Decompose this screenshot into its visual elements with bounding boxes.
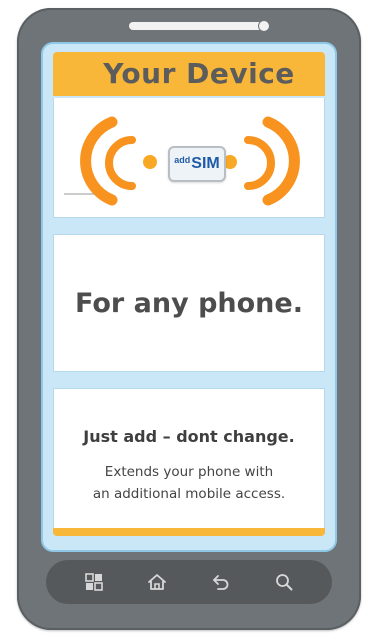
phone-frame: Your Device add SIM For any phone. Just … bbox=[17, 8, 361, 630]
middle-panel: For any phone. bbox=[53, 234, 325, 372]
phone-screen: Your Device add SIM For any phone. Just … bbox=[41, 42, 337, 552]
home-button[interactable] bbox=[139, 564, 175, 600]
bottom-description-line-1: Extends your phone with bbox=[104, 464, 274, 480]
apps-button[interactable] bbox=[76, 564, 112, 600]
bottom-accent-strip bbox=[53, 528, 325, 536]
speaker-slot bbox=[129, 22, 267, 30]
right-signal-icon bbox=[223, 116, 300, 206]
bottom-panel: Just add – dont change. Extends your pho… bbox=[53, 388, 325, 528]
sim-main: SIM bbox=[191, 155, 220, 172]
search-button[interactable] bbox=[266, 564, 302, 600]
apps-grid-icon bbox=[84, 573, 103, 591]
search-icon bbox=[276, 574, 293, 591]
bottom-description-line-2: an additional mobile access. bbox=[92, 486, 286, 502]
navigation-bar bbox=[46, 560, 332, 604]
headline: For any phone. bbox=[75, 287, 303, 319]
back-button[interactable] bbox=[203, 564, 239, 600]
sim-prefix: add bbox=[174, 155, 191, 165]
camera-icon bbox=[258, 20, 270, 32]
hero-panel: add SIM bbox=[53, 98, 325, 218]
title-bar: Your Device bbox=[53, 52, 325, 96]
home-icon bbox=[148, 574, 167, 590]
left-signal-icon bbox=[80, 116, 157, 206]
back-icon bbox=[212, 575, 229, 590]
page-title: Your Device bbox=[103, 57, 295, 90]
addsim-logo: add SIM bbox=[168, 146, 226, 182]
bottom-title: Just add – dont change. bbox=[83, 427, 295, 446]
